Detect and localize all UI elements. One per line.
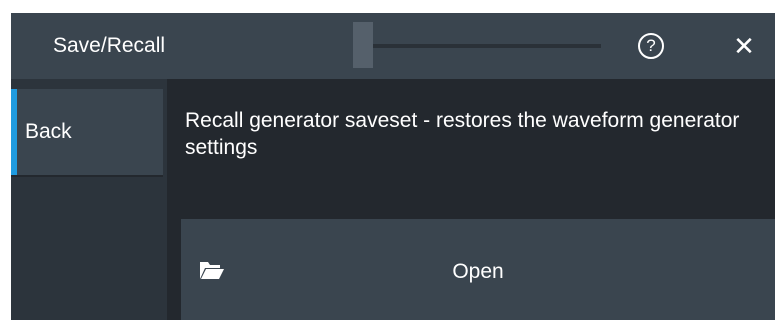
sidebar-divider — [11, 175, 163, 177]
drag-handle[interactable] — [353, 22, 373, 68]
open-button[interactable]: Open — [181, 219, 775, 320]
back-label: Back — [25, 120, 72, 143]
description-text: Recall generator saveset - restores the … — [185, 109, 740, 159]
save-recall-dialog: Save/Recall ? ✕ Back Recall generator sa… — [11, 13, 775, 320]
close-button[interactable]: ✕ — [731, 31, 757, 61]
open-label: Open — [452, 260, 504, 283]
sidebar: Back — [11, 79, 167, 320]
active-indicator — [11, 89, 17, 175]
back-button[interactable]: Back — [11, 89, 163, 175]
help-button[interactable]: ? — [638, 33, 664, 59]
title-bar[interactable]: Save/Recall ? ✕ — [11, 13, 775, 79]
drag-track[interactable] — [353, 44, 601, 48]
dialog-title: Save/Recall — [53, 34, 166, 57]
question-mark-icon: ? — [646, 36, 656, 55]
close-icon: ✕ — [733, 31, 755, 61]
